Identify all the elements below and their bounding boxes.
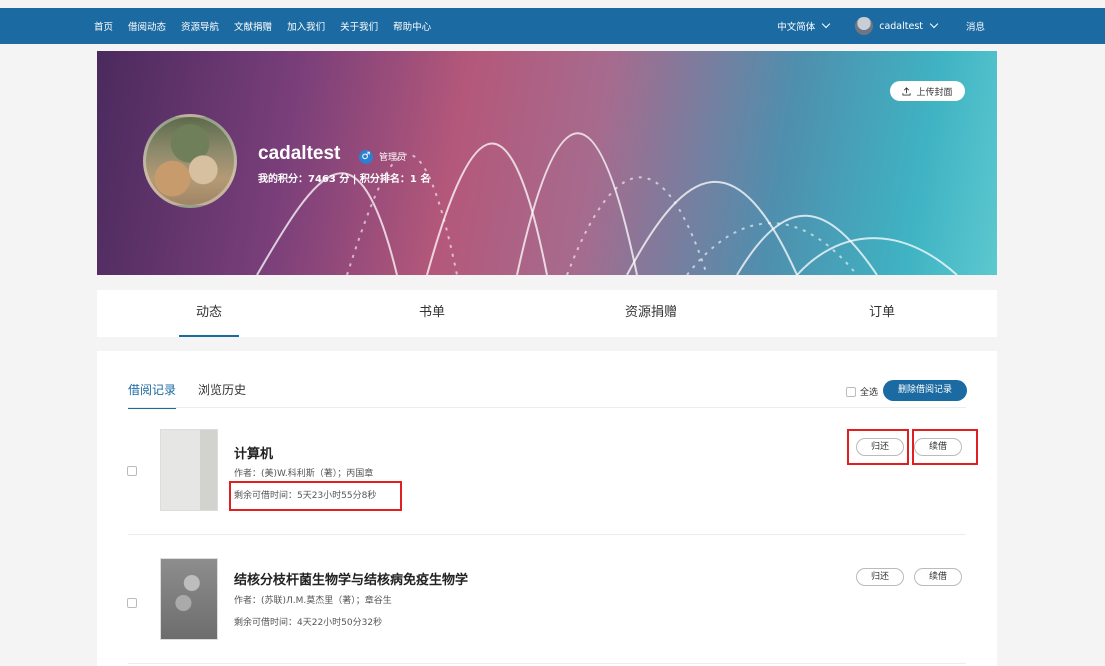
book-title[interactable]: 结核分枝杆菌生物学与结核病免疫生物学 [234,569,468,588]
book-cover[interactable] [160,558,218,640]
book-cover[interactable] [160,429,218,511]
nav-help-center[interactable]: 帮助中心 [393,19,431,33]
upload-icon [902,86,912,96]
messages-link-wrap: 消息 [966,8,985,44]
profile-banner: 上传封面 cadaltest ♂ 管理员 我的积分：7463 分 | 积分排名：… [97,51,997,275]
divider [128,663,966,664]
select-all[interactable]: 全选 [846,385,878,398]
highlight-box-return [847,429,909,465]
nav-right-group: 中文简体 cadaltest [777,8,939,44]
nav-links: 首页 借阅动态 资源导航 文献捐赠 加入我们 关于我们 帮助中心 [94,8,446,44]
nav-about-us[interactable]: 关于我们 [340,19,378,33]
book-author: 作者：(美)W.科利斯（著）；丙国章 [234,469,374,479]
delete-records-button[interactable]: 删除借阅记录 [883,380,967,401]
messages-link[interactable]: 消息 [966,19,985,33]
language-label: 中文简体 [777,22,816,33]
chevron-down-icon [929,19,939,29]
highlight-box-renew [912,429,978,465]
nav-borrow-activity[interactable]: 借阅动态 [128,19,166,33]
user-name: cadaltest [879,20,923,32]
role-badge: 管理员 [379,153,407,163]
renew-button[interactable]: 续借 [914,568,962,586]
nav-join-us[interactable]: 加入我们 [287,19,325,33]
profile-username: cadaltest [258,143,341,164]
return-button[interactable]: 归还 [856,568,904,586]
book-author: 作者：(苏联)Л.М.莫杰里（著）；章谷生 [234,596,392,606]
tab-borrow-records[interactable]: 借阅记录 [128,381,177,409]
user-avatar-icon [855,17,874,35]
book-title[interactable]: 计算机 [234,443,273,462]
select-all-checkbox[interactable] [846,386,856,397]
profile-avatar [143,114,237,208]
upload-cover-label: 上传封面 [916,87,953,98]
main-tabs: 动态 书单 资源捐赠 订单 [97,290,997,337]
upload-cover-button[interactable]: 上传封面 [890,81,965,101]
user-menu[interactable]: cadaltest [855,17,939,35]
remaining-time: 剩余可借时间：4天22小时50分32秒 [234,618,383,628]
score-ranking: 我的积分：7463 分 | 积分排名：1 名 [258,174,431,185]
highlight-box-remaining [229,481,402,511]
language-selector[interactable]: 中文简体 [777,19,831,33]
item-checkbox[interactable] [127,598,137,608]
tab-orders[interactable]: 订单 [852,290,912,337]
nav-home[interactable]: 首页 [94,19,113,33]
sub-tabs: 借阅记录 浏览历史 [128,381,268,409]
tab-browse-history[interactable]: 浏览历史 [198,381,246,409]
top-navbar: 首页 借阅动态 资源导航 文献捐赠 加入我们 关于我们 帮助中心 中文简体 ca… [0,8,1105,44]
nav-resource-guide[interactable]: 资源导航 [181,19,219,33]
male-gender-icon: ♂ [359,150,373,164]
divider [128,534,966,535]
tab-activity[interactable]: 动态 [179,290,239,337]
tab-resource-donation[interactable]: 资源捐赠 [611,290,691,337]
chevron-down-icon [821,19,831,29]
select-all-label: 全选 [860,388,879,398]
item-checkbox[interactable] [127,466,137,476]
tab-booklist[interactable]: 书单 [402,290,462,337]
nav-donation[interactable]: 文献捐赠 [234,19,272,33]
divider [128,407,966,408]
